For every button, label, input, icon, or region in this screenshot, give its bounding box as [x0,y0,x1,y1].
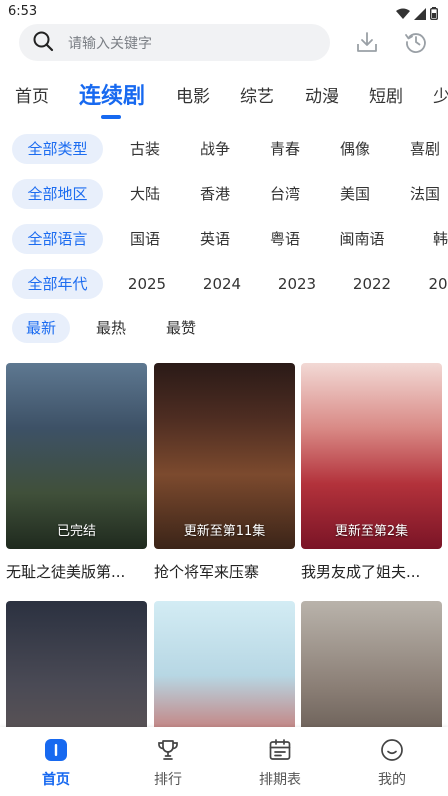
tab-more[interactable]: 少 [433,82,448,107]
signal-icon [414,5,426,24]
filter-year-option[interactable]: 2025 [115,269,179,299]
tab-label: 我的 [378,772,406,788]
filter-type-option[interactable]: 战争 [185,134,245,164]
search-row: 请输入关键字 [0,24,448,64]
tab-label: 排行 [154,772,182,788]
filter-language-all[interactable]: 全部语言 [12,224,103,254]
filter-language-option[interactable]: 英语 [185,224,245,254]
content-card[interactable]: 更新至第11集 抢个将军来压寨 [154,363,295,582]
status-icons [396,5,438,24]
content-card[interactable]: 更新至第2集 我男友成了姐夫... [301,363,442,582]
bottom-tab-ranking[interactable]: 排行 [112,727,224,796]
filter-language-option[interactable]: 国语 [115,224,175,254]
wifi-icon [396,5,410,24]
status-bar: 6:53 [0,0,448,24]
sort-latest[interactable]: 最新 [12,313,70,343]
filter-type-option[interactable]: 青春 [255,134,315,164]
filter-type-option[interactable]: 古装 [115,134,175,164]
poster-image: 已完结 [6,363,147,549]
trophy-icon [155,737,181,763]
card-title: 无耻之徒美版第... [6,563,126,581]
filter-year-option[interactable]: 2022 [340,269,404,299]
tab-home[interactable]: 首页 [15,82,49,107]
sort-hottest[interactable]: 最热 [82,313,140,343]
search-placeholder: 请输入关键字 [68,35,152,52]
filter-year-option[interactable]: 2023 [265,269,329,299]
battery-icon [429,5,438,24]
tab-label: 排期表 [259,772,301,788]
poster-status: 更新至第2集 [334,524,409,539]
filter-row-type: 全部类型 古装 战争 青春 偶像 喜剧 [0,132,448,166]
history-icon[interactable] [403,29,429,55]
filter-type-option[interactable]: 喜剧 [395,134,448,164]
filter-type-all[interactable]: 全部类型 [12,134,103,164]
bottom-tab-schedule[interactable]: 排期表 [224,727,336,796]
poster-status: 已完结 [56,524,96,539]
filter-year-option[interactable]: 20 [418,269,448,299]
filter-row-language: 全部语言 国语 英语 粤语 闽南语 韩语 [0,222,448,256]
search-icon [32,30,54,56]
active-tab-indicator [101,115,121,119]
bottom-tab-bar: 首页 排行 排期表 我的 [0,727,448,796]
card-title: 抢个将军来压寨 [154,563,260,581]
card-title: 我男友成了姐夫... [301,563,421,581]
filter-row-region: 全部地区 大陆 香港 台湾 美国 法国 [0,177,448,211]
filter-region-option[interactable]: 大陆 [115,179,175,209]
filter-region-option[interactable]: 台湾 [255,179,315,209]
filter-region-option[interactable]: 香港 [185,179,245,209]
filter-region-option[interactable]: 美国 [325,179,385,209]
download-icon[interactable] [354,29,380,55]
poster-status: 更新至第11集 [183,524,266,539]
search-input[interactable]: 请输入关键字 [19,24,330,61]
tab-movies[interactable]: 电影 [176,82,210,107]
sort-most-liked[interactable]: 最赞 [152,313,210,343]
tab-label: 首页 [42,772,70,788]
tab-short-drama[interactable]: 短剧 [369,82,403,107]
poster-image: 更新至第11集 [154,363,295,549]
content-card[interactable]: 已完结 无耻之徒美版第... [6,363,147,582]
filter-region-all[interactable]: 全部地区 [12,179,103,209]
tab-anime[interactable]: 动漫 [305,82,339,107]
filter-region-option[interactable]: 法国 [395,179,448,209]
bottom-tab-profile[interactable]: 我的 [336,727,448,796]
filter-year-option[interactable]: 2024 [190,269,254,299]
status-time: 6:53 [8,4,38,19]
tab-series[interactable]: 连续剧 [79,78,145,110]
filter-row-year: 全部年代 2025 2024 2023 2022 20 [0,267,448,301]
bottom-tab-home[interactable]: 首页 [0,727,112,796]
calendar-icon [267,737,293,763]
filter-year-all[interactable]: 全部年代 [12,269,103,299]
smiley-profile-icon [379,737,405,763]
tab-variety[interactable]: 综艺 [240,82,274,107]
filter-language-option[interactable]: 粤语 [255,224,315,254]
filter-language-option[interactable]: 闽南语 [325,224,399,254]
home-icon [43,737,69,763]
filter-type-option[interactable]: 偶像 [325,134,385,164]
filter-language-option[interactable]: 韩语 [418,224,448,254]
filter-row-sort: 最新 最热 最赞 [0,311,448,345]
poster-image: 更新至第2集 [301,363,442,549]
category-tabs: 首页 连续剧 电影 综艺 动漫 短剧 少 [0,76,448,122]
